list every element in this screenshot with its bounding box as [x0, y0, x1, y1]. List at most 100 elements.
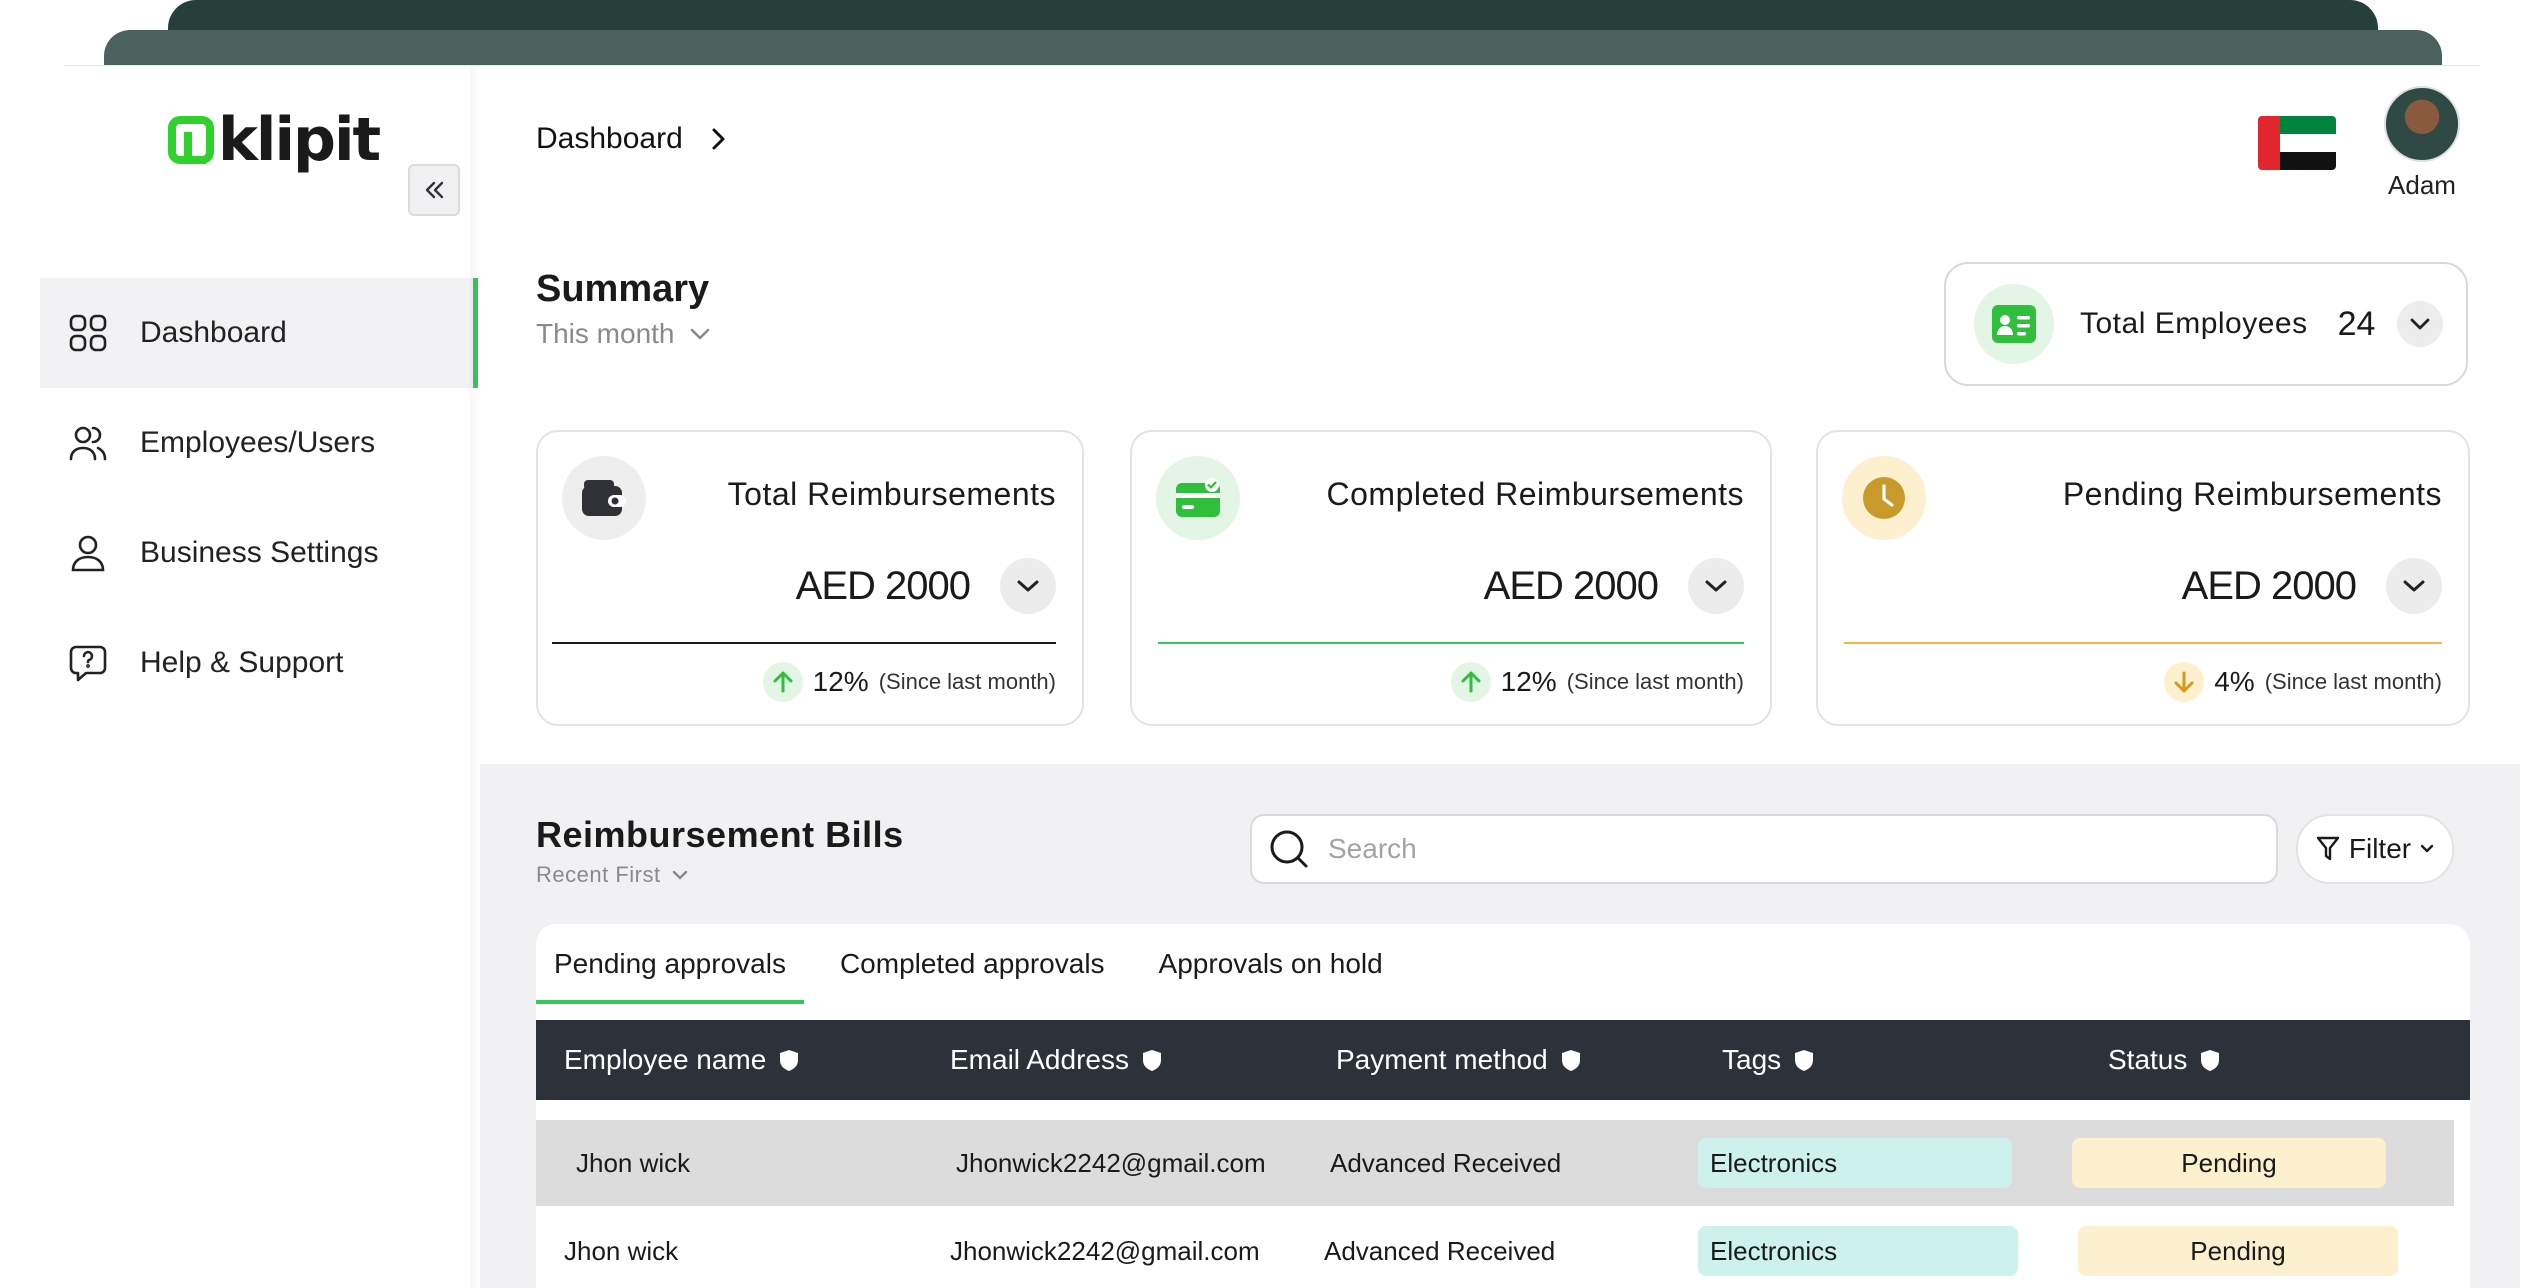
- column-header-tags[interactable]: Tags: [1722, 1044, 1815, 1076]
- user-name: Adam: [2388, 170, 2456, 200]
- stat-change: 12% (Since last month): [1450, 662, 1744, 702]
- cell-email: Jhonwick2242@gmail.com: [956, 1147, 1266, 1178]
- double-chevron-left-icon: [425, 181, 444, 199]
- shield-sort-icon: [1795, 1050, 1814, 1071]
- sidebar: klipit Dashboard Employees/Users Busines…: [40, 66, 478, 1288]
- stat-value-row: AED 2000: [796, 558, 1056, 614]
- arrow-up-icon: [762, 662, 803, 702]
- tag-badge: Electronics: [1698, 1138, 2012, 1188]
- summary-section: Summary This month Total Employees 24 To…: [480, 216, 2520, 764]
- cell-payment-method: Advanced Received: [1324, 1235, 1556, 1266]
- column-header-status[interactable]: Status: [2108, 1044, 2221, 1076]
- sidebar-item-business-settings[interactable]: Business Settings: [40, 498, 478, 608]
- stat-title: Completed Reimbursements: [1326, 476, 1744, 512]
- stat-dropdown-button[interactable]: [1688, 558, 1744, 614]
- stat-title: Pending Reimbursements: [2062, 476, 2442, 512]
- period-label: This month: [536, 318, 675, 349]
- stat-value: AED 2000: [2181, 563, 2357, 608]
- help-chat-icon: [66, 641, 110, 685]
- klipit-logo[interactable]: klipit: [168, 110, 381, 170]
- total-reimbursements-card: Total Reimbursements AED 2000 12% (Since…: [536, 430, 1084, 726]
- chevron-down-icon: [1017, 580, 1039, 592]
- search-icon: [1270, 830, 1308, 868]
- chevron-down-icon: [2420, 844, 2434, 853]
- chevron-right-icon: [712, 128, 725, 150]
- top-bar: Dashboard Adam: [480, 66, 2520, 216]
- change-percent: 12%: [812, 666, 869, 697]
- stat-divider: [1844, 642, 2442, 644]
- total-employees-label: Total Employees: [2080, 307, 2308, 340]
- change-note: (Since last month): [1566, 669, 1744, 694]
- sidebar-edge: [470, 66, 480, 1288]
- stat-dropdown-button[interactable]: [2386, 558, 2442, 614]
- sidebar-item-label: Help & Support: [140, 646, 344, 679]
- breadcrumb: Dashboard: [536, 122, 729, 156]
- change-percent: 4%: [2214, 666, 2255, 697]
- sidebar-nav: Dashboard Employees/Users Business Setti…: [40, 278, 478, 718]
- sidebar-item-employees[interactable]: Employees/Users: [40, 388, 478, 498]
- chevron-down-icon: [672, 870, 687, 880]
- stat-value: AED 2000: [1483, 563, 1659, 608]
- status-badge: Pending: [2072, 1138, 2386, 1188]
- sidebar-item-dashboard[interactable]: Dashboard: [40, 278, 478, 388]
- tab-completed-approvals[interactable]: Completed approvals: [822, 924, 1123, 1004]
- completed-reimbursements-card: Completed Reimbursements AED 2000 12% (S…: [1130, 430, 1772, 726]
- stat-dropdown-button[interactable]: [1000, 558, 1056, 614]
- cell-email: Jhonwick2242@gmail.com: [950, 1235, 1260, 1266]
- column-header-employee-name[interactable]: Employee name: [564, 1044, 800, 1076]
- search-input[interactable]: [1328, 833, 2228, 865]
- users-icon: [66, 421, 110, 465]
- approval-tabs: Pending approvals Completed approvals Ap…: [536, 924, 1419, 1004]
- filter-button[interactable]: Filter: [2296, 814, 2454, 884]
- clock-icon: [1842, 456, 1926, 540]
- chevron-down-icon: [2403, 580, 2425, 592]
- stat-change: 12% (Since last month): [762, 662, 1056, 702]
- arrow-down-icon: [2164, 662, 2205, 702]
- sidebar-item-label: Business Settings: [140, 536, 379, 569]
- card-check-icon: [1156, 456, 1240, 540]
- uae-flag-icon[interactable]: [2258, 116, 2336, 170]
- sort-dropdown[interactable]: Recent First: [536, 862, 689, 888]
- chevron-down-icon: [690, 328, 709, 340]
- collapse-sidebar-button[interactable]: [408, 164, 460, 216]
- change-note: (Since last month): [878, 669, 1056, 694]
- employees-dropdown-button[interactable]: [2397, 301, 2444, 347]
- column-header-email[interactable]: Email Address: [950, 1044, 1163, 1076]
- stat-divider: [1158, 642, 1744, 644]
- user-icon: [66, 531, 110, 575]
- window-tab-front: [104, 30, 2442, 66]
- table-row[interactable]: Jhon wick Jhonwick2242@gmail.com Advance…: [536, 1208, 2470, 1288]
- sort-label: Recent First: [536, 862, 661, 887]
- stat-divider: [552, 642, 1056, 644]
- tab-approvals-on-hold[interactable]: Approvals on hold: [1141, 924, 1401, 1004]
- search-box: [1250, 814, 2278, 884]
- shield-sort-icon: [2201, 1050, 2220, 1071]
- tab-pending-approvals[interactable]: Pending approvals: [536, 924, 804, 1004]
- table-header: Employee name Email Address Payment meth…: [536, 1020, 2470, 1100]
- main-content: Dashboard Adam Summary This month Total …: [480, 66, 2520, 1288]
- arrow-up-icon: [1450, 662, 1491, 702]
- change-note: (Since last month): [2264, 669, 2442, 694]
- shield-sort-icon: [780, 1050, 799, 1071]
- stat-value-row: AED 2000: [2182, 558, 2442, 614]
- breadcrumb-dashboard[interactable]: Dashboard: [536, 122, 683, 156]
- table-row[interactable]: Jhon wick Jhonwick2242@gmail.com Advance…: [536, 1120, 2454, 1206]
- shield-sort-icon: [1561, 1050, 1580, 1071]
- sidebar-item-help-support[interactable]: Help & Support: [40, 608, 478, 718]
- stat-value-row: AED 2000: [1484, 558, 1744, 614]
- column-header-payment-method[interactable]: Payment method: [1336, 1044, 1582, 1076]
- chevron-down-icon: [1705, 580, 1727, 592]
- cell-payment-method: Advanced Received: [1330, 1147, 1562, 1178]
- avatar[interactable]: [2384, 86, 2460, 162]
- change-percent: 12%: [1500, 666, 1557, 697]
- total-employees-count: 24: [2337, 304, 2376, 343]
- period-dropdown[interactable]: This month: [536, 318, 711, 350]
- wallet-icon: [562, 456, 646, 540]
- sidebar-item-label: Dashboard: [140, 316, 287, 349]
- summary-title: Summary: [536, 268, 710, 310]
- filter-label: Filter: [2348, 833, 2412, 864]
- id-card-icon: [1974, 284, 2054, 364]
- stat-title: Total Reimbursements: [727, 476, 1056, 512]
- status-badge: Pending: [2078, 1226, 2398, 1276]
- stat-value: AED 2000: [795, 563, 971, 608]
